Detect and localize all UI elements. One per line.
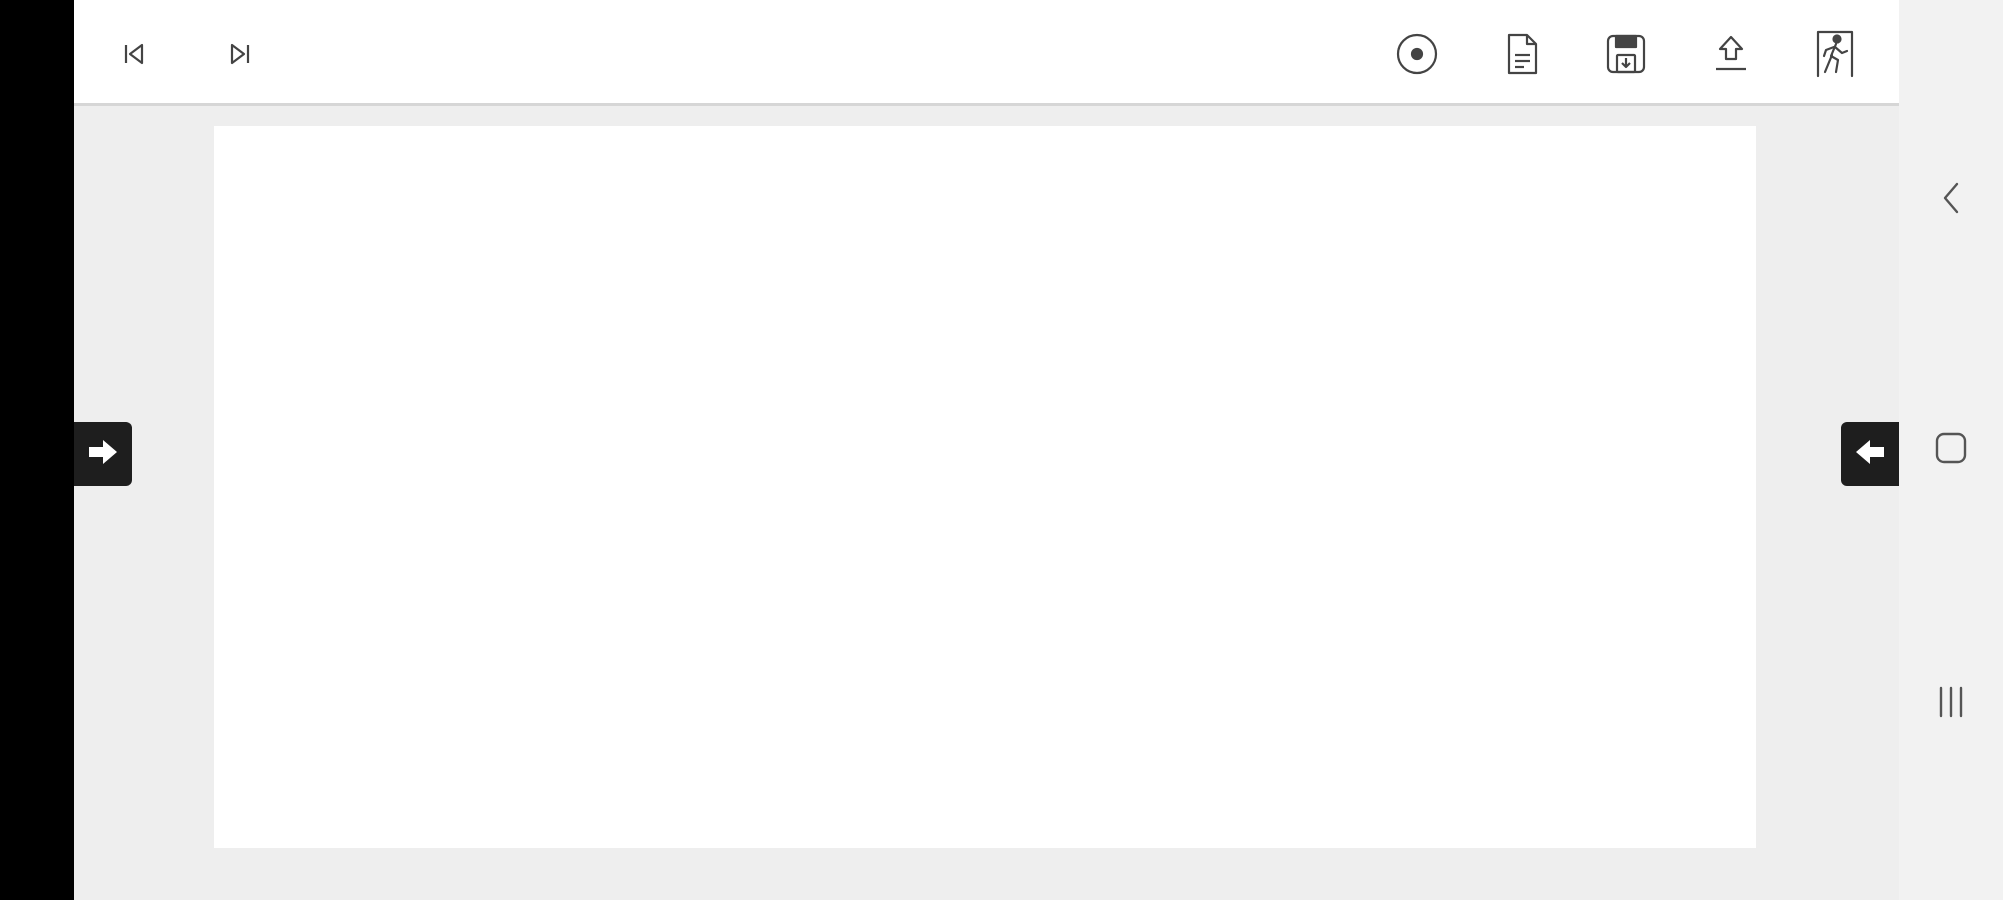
- app-window: [74, 0, 1899, 900]
- back-icon: [1936, 178, 1966, 222]
- system-navigation-bar: [1899, 0, 2003, 900]
- recents-icon: [1933, 684, 1969, 724]
- skip-next-icon: [223, 37, 257, 71]
- arrow-left-icon: [1853, 437, 1887, 471]
- upload-button[interactable]: [1701, 24, 1761, 84]
- save-icon: [1603, 31, 1649, 77]
- back-button[interactable]: [1921, 170, 1981, 230]
- document-icon: [1501, 31, 1543, 77]
- home-button[interactable]: [1921, 420, 1981, 480]
- exit-icon: [1812, 28, 1858, 80]
- screen: [0, 0, 2003, 900]
- left-bezel: [0, 0, 74, 900]
- exit-button[interactable]: [1805, 24, 1865, 84]
- document-button[interactable]: [1492, 24, 1552, 84]
- skip-previous-button[interactable]: [104, 24, 164, 84]
- skip-next-button[interactable]: [210, 24, 270, 84]
- skip-previous-icon: [117, 37, 151, 71]
- save-button[interactable]: [1596, 24, 1656, 84]
- record-icon: [1394, 31, 1440, 77]
- open-left-panel-tab[interactable]: [74, 422, 132, 486]
- arrow-right-icon: [86, 437, 120, 471]
- upload-icon: [1710, 31, 1752, 77]
- record-button[interactable]: [1387, 24, 1447, 84]
- toolbar: [74, 0, 1899, 106]
- open-right-panel-tab[interactable]: [1841, 422, 1899, 486]
- home-icon: [1933, 430, 1969, 470]
- page-canvas[interactable]: [214, 126, 1756, 848]
- canvas-area: [74, 106, 1899, 900]
- recents-button[interactable]: [1921, 674, 1981, 734]
